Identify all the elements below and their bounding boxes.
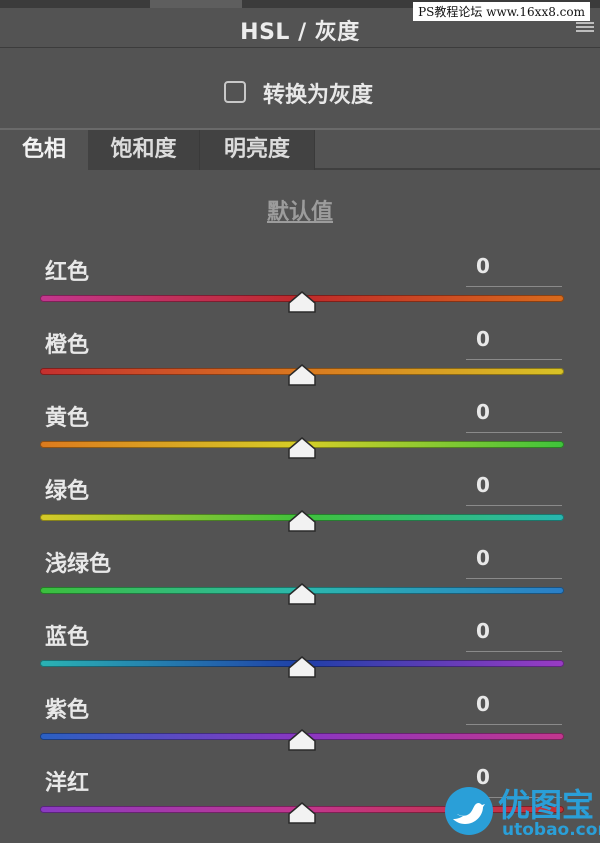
slider-value-field[interactable]: 0	[466, 619, 562, 643]
value-field-underline	[466, 286, 562, 287]
slider-label: 浅绿色	[45, 552, 112, 577]
panel-tab-indicator	[150, 0, 242, 8]
value-field-underline	[466, 578, 562, 579]
convert-to-gray-checkbox[interactable]	[224, 81, 246, 103]
value-field-underline	[466, 359, 562, 360]
hsl-slider-row: 橙色 0	[0, 327, 600, 399]
slider-value-field[interactable]: 0	[466, 327, 562, 351]
hsl-slider-row: 蓝色 0	[0, 619, 600, 691]
logo-url: utobao.com	[502, 820, 600, 840]
slider-label: 黄色	[45, 406, 90, 431]
slider-label: 红色	[45, 260, 90, 285]
tab-luminance[interactable]: 明亮度	[200, 130, 315, 170]
slider-thumb[interactable]	[288, 437, 316, 459]
slider-value-field[interactable]: 0	[466, 473, 562, 497]
slider-value-field[interactable]: 0	[466, 254, 562, 278]
hsl-slider-row: 紫色 0	[0, 692, 600, 764]
hsl-slider-row: 黄色 0	[0, 400, 600, 472]
slider-value-field[interactable]: 0	[466, 400, 562, 424]
tab-saturation[interactable]: 饱和度	[88, 130, 200, 170]
slider-label: 蓝色	[45, 625, 90, 650]
watermark-text: PS教程论坛 www.16xx8.com	[413, 2, 590, 21]
slider-thumb[interactable]	[288, 729, 316, 751]
convert-to-gray-row: 转换为灰度	[0, 60, 600, 122]
hsl-slider-row: 红色 0	[0, 254, 600, 326]
slider-label: 洋红	[45, 771, 90, 796]
slider-thumb[interactable]	[288, 364, 316, 386]
slider-thumb[interactable]	[288, 510, 316, 532]
hsl-slider-row: 绿色 0	[0, 473, 600, 545]
slider-thumb[interactable]	[288, 291, 316, 313]
slider-value-field[interactable]: 0	[466, 692, 562, 716]
slider-label: 橙色	[45, 333, 90, 358]
value-field-underline	[466, 505, 562, 506]
slider-thumb[interactable]	[288, 656, 316, 678]
utobao-logo: 优图宝 utobao.com	[440, 782, 600, 843]
bird-logo-icon	[445, 787, 493, 835]
slider-value-field[interactable]: 0	[466, 546, 562, 570]
panel-menu-icon[interactable]	[576, 22, 594, 34]
value-field-underline	[466, 432, 562, 433]
hsl-tabs: 色相 饱和度 明亮度	[0, 130, 600, 170]
hsl-slider-row: 浅绿色 0	[0, 546, 600, 618]
default-link[interactable]: 默认值	[0, 194, 600, 226]
tab-hue[interactable]: 色相	[0, 130, 88, 170]
slider-thumb[interactable]	[288, 802, 316, 824]
slider-thumb[interactable]	[288, 583, 316, 605]
convert-to-gray-label[interactable]: 转换为灰度	[263, 77, 373, 109]
value-field-underline	[466, 724, 562, 725]
slider-label: 绿色	[45, 479, 90, 504]
slider-label: 紫色	[45, 698, 90, 723]
value-field-underline	[466, 651, 562, 652]
